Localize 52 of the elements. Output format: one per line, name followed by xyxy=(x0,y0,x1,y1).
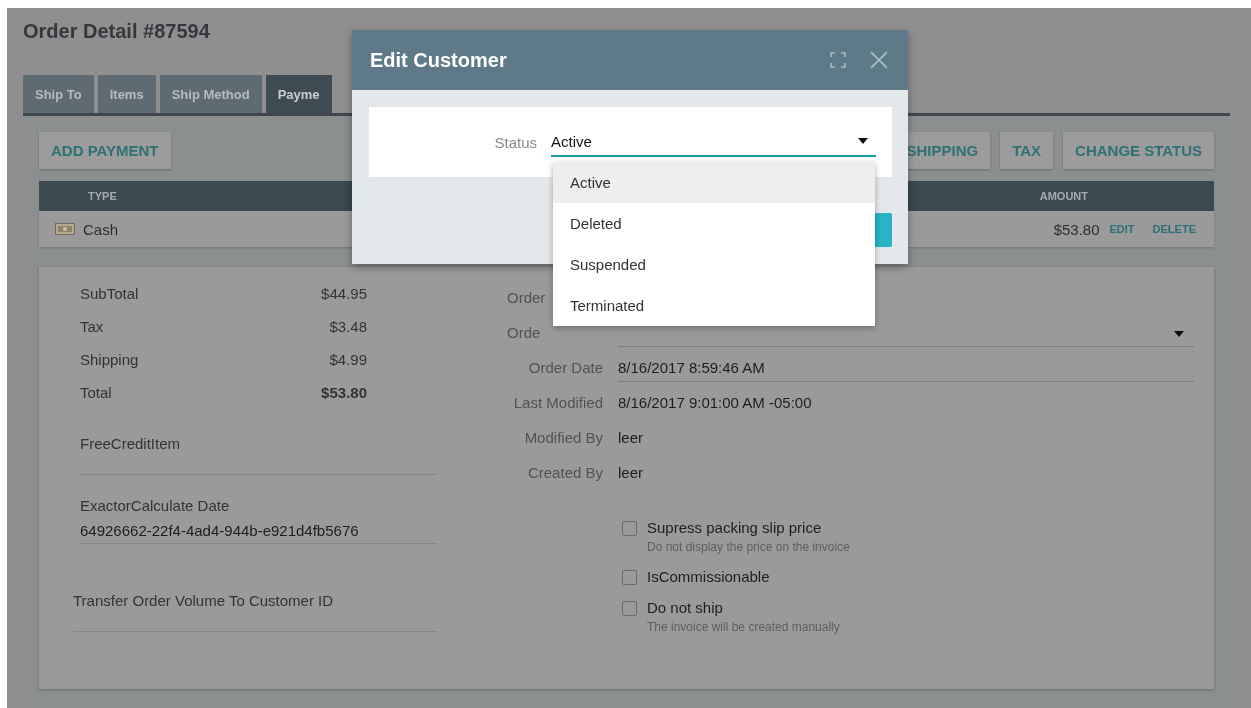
table-cell: Cash xyxy=(83,220,119,238)
menu-option[interactable]: Active xyxy=(553,162,875,203)
column-header: TYPE xyxy=(88,190,117,202)
field-label: FreeCreditItem xyxy=(80,435,182,452)
field-value: 8/16/2017 9:01:00 AM -05:00 xyxy=(618,394,813,413)
page-title: Order Detail #87594 xyxy=(23,20,211,44)
menu-option[interactable]: Deleted xyxy=(553,203,875,244)
field-label: Transfer Order Volume To Customer ID xyxy=(73,592,335,609)
field-value: leer xyxy=(618,464,644,483)
field-value: leer xyxy=(618,429,644,448)
tab[interactable]: Items xyxy=(97,75,156,113)
column-header: AMOUNT xyxy=(1039,190,1088,202)
field-label: Order Date xyxy=(527,359,603,378)
field-label: Created By xyxy=(526,464,603,483)
checkbox-label: Do not ship xyxy=(647,599,724,616)
total-value: $3.48 xyxy=(329,318,367,337)
table-cell: $53.80 xyxy=(1053,220,1100,238)
status-select[interactable]: Active xyxy=(551,127,876,157)
dialog-title: Edit Customer xyxy=(370,48,508,72)
checkbox[interactable] xyxy=(622,521,637,536)
text-field[interactable]: Transfer Order Volume To Customer ID xyxy=(73,592,437,632)
total-value: $4.99 xyxy=(329,351,367,370)
tab[interactable]: Ship Method xyxy=(159,75,262,113)
total-label: SubTotal xyxy=(80,285,139,304)
tab[interactable]: Payme xyxy=(265,75,332,113)
tab[interactable]: Ship To xyxy=(23,75,94,113)
field-label: Modified By xyxy=(523,429,603,448)
field-label: Last Modified xyxy=(512,394,603,413)
caret-icon xyxy=(858,138,868,144)
total-value: $53.80 xyxy=(321,384,367,403)
text-field[interactable]: ExactorCalculate Date 64926662-22f4-4ad4-944b-e921d4fb5676 xyxy=(80,497,437,544)
input-field[interactable]: 8/16/2017 8:59:46 AM xyxy=(618,359,1194,382)
field-label: ExactorCalculate Date xyxy=(80,497,231,514)
text-field[interactable]: FreeCreditItem xyxy=(80,435,437,475)
total-label: Tax xyxy=(80,318,104,337)
field-label: Status xyxy=(493,133,537,151)
total-label: Shipping xyxy=(80,351,139,370)
fullscreen-icon[interactable] xyxy=(830,52,846,68)
total-label: Total xyxy=(80,384,112,403)
menu-option[interactable]: Suspended xyxy=(553,244,875,285)
menu-option[interactable]: Terminated xyxy=(553,285,875,326)
total-value: $44.95 xyxy=(321,285,367,304)
checkbox[interactable] xyxy=(622,601,637,616)
field-label: Orde xyxy=(506,324,542,343)
checkbox[interactable] xyxy=(622,570,637,585)
close-icon[interactable] xyxy=(870,51,888,69)
field-value: 64926662-22f4-4ad4-944b-e921d4fb5676 xyxy=(80,522,360,539)
checkbox-label: Supress packing slip price xyxy=(647,519,823,536)
banknote-icon xyxy=(55,223,75,235)
checkbox-label: IsCommissionable xyxy=(647,568,770,585)
hint-text: The invoice will be created manually xyxy=(647,620,840,634)
caret-icon xyxy=(1174,331,1184,337)
